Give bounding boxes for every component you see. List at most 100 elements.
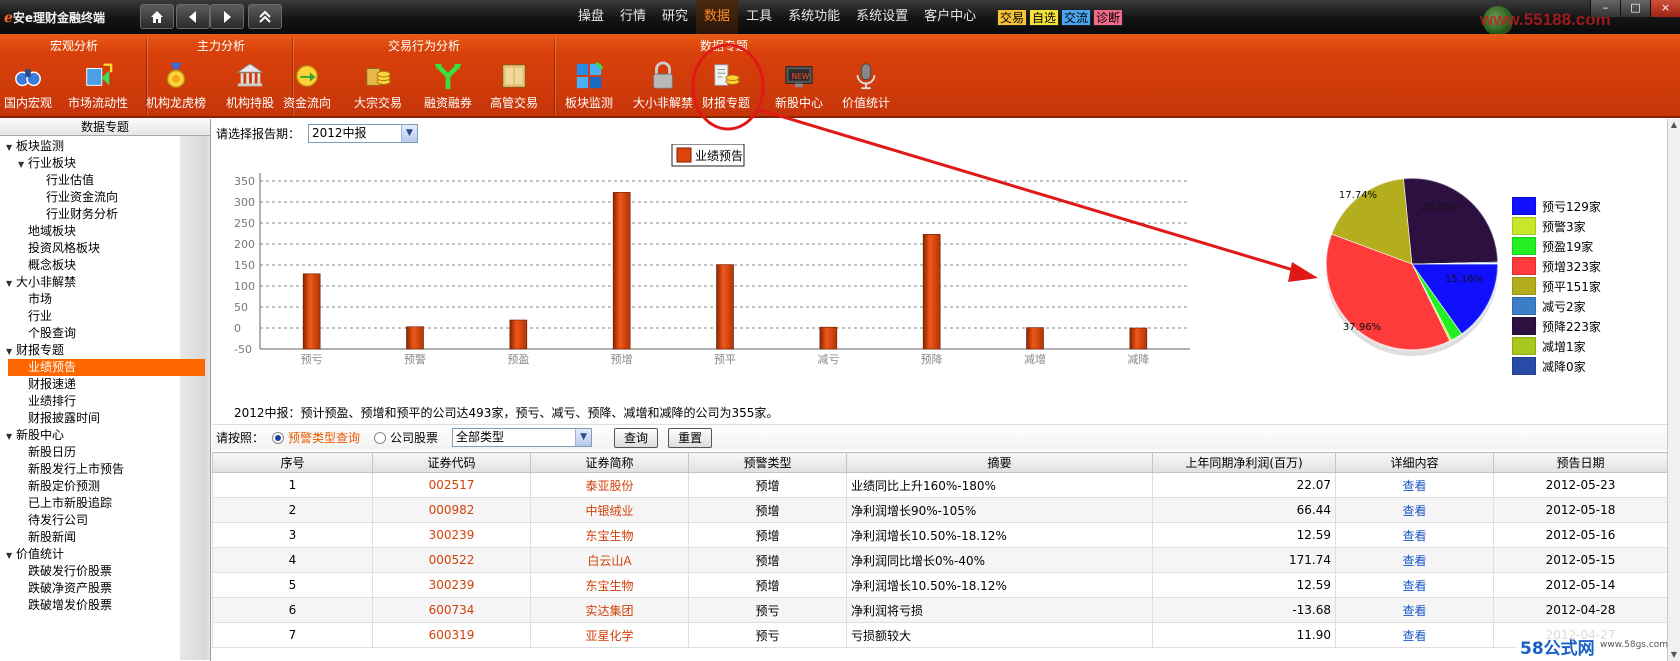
tree-expand-icon[interactable]: ▼ xyxy=(6,139,16,156)
back-button[interactable] xyxy=(176,4,210,29)
query-button[interactable]: 查询 xyxy=(614,427,659,448)
tree-item-18[interactable]: 新股日历 xyxy=(18,444,76,461)
tree-item-17[interactable]: ▼ 新股中心 xyxy=(6,427,64,444)
cell-view-link[interactable]: 查看 xyxy=(1335,472,1494,498)
tree-item-25[interactable]: 跌破发行价股票 xyxy=(18,563,112,580)
ribbon-button-6[interactable]: 融资融券 xyxy=(424,60,472,114)
tree-item-3[interactable]: 行业资金流向 xyxy=(36,189,118,206)
column-header-4[interactable]: 摘要 xyxy=(846,452,1153,473)
quick-button-1[interactable]: 自选 xyxy=(1029,9,1060,26)
tree-item-12[interactable]: ▼ 财报专题 xyxy=(6,342,64,359)
scroll-up-icon[interactable]: ▲ xyxy=(1668,119,1680,131)
vertical-scrollbar[interactable]: ▲ ▼ xyxy=(1667,119,1680,661)
tree-expand-icon[interactable]: ▼ xyxy=(6,275,16,292)
tree-item-24[interactable]: ▼ 价值统计 xyxy=(6,546,64,563)
column-header-2[interactable]: 证券简称 xyxy=(530,452,689,473)
close-button[interactable]: × xyxy=(1650,0,1680,17)
tree-item-14[interactable]: 财报速递 xyxy=(18,376,76,393)
ribbon-button-5[interactable]: 大宗交易 xyxy=(354,60,402,114)
top-menu-item-3[interactable]: 数据 xyxy=(696,0,739,34)
top-menu-item-5[interactable]: 系统功能 xyxy=(780,0,848,34)
tree-item-26[interactable]: 跌破净资产股票 xyxy=(18,580,112,597)
tree-item-21[interactable]: 已上市新股追踪 xyxy=(18,495,112,512)
reset-button[interactable]: 重置 xyxy=(668,427,713,448)
tree-expand-icon[interactable]: ▼ xyxy=(18,156,28,173)
tree-item-10[interactable]: 行业 xyxy=(18,308,52,325)
tree-item-15[interactable]: 业绩排行 xyxy=(18,393,76,410)
ribbon-button-9[interactable]: 大小非解禁 xyxy=(633,60,693,114)
forward-button[interactable] xyxy=(210,4,244,29)
column-header-1[interactable]: 证券代码 xyxy=(372,452,531,473)
column-header-5[interactable]: 上年同期净利润(百万) xyxy=(1152,452,1336,473)
ribbon-button-10[interactable]: 财报专题 xyxy=(702,60,750,114)
ribbon-button-3[interactable]: 机构持股 xyxy=(226,60,274,114)
cell-view-link[interactable]: 查看 xyxy=(1335,597,1494,623)
table-row[interactable]: 2 000982 中银绒业 预增 净利润增长90%-105% 66.44 查看 2012-05… xyxy=(212,497,1668,523)
collapse-button[interactable] xyxy=(248,4,282,29)
cell-security-code[interactable]: 000522 xyxy=(372,547,531,573)
tree-item-9[interactable]: 市场 xyxy=(18,291,52,308)
quick-button-3[interactable]: 诊断 xyxy=(1093,9,1124,26)
scroll-down-icon[interactable]: ▼ xyxy=(1668,649,1680,661)
tree-item-11[interactable]: 个股查询 xyxy=(18,325,76,342)
ribbon-button-2[interactable]: 机构龙虎榜 xyxy=(146,60,206,114)
tree-item-2[interactable]: 行业估值 xyxy=(36,172,94,189)
cell-view-link[interactable]: 查看 xyxy=(1335,497,1494,523)
quick-button-0[interactable]: 交易 xyxy=(997,9,1028,26)
ribbon-button-1[interactable]: 市场流动性 xyxy=(68,60,128,114)
tree-item-13[interactable]: 业绩预告 xyxy=(8,359,205,376)
cell-view-link[interactable]: 查看 xyxy=(1335,522,1494,548)
tree-item-0[interactable]: ▼ 板块监测 xyxy=(6,138,64,155)
top-menu-item-1[interactable]: 行情 xyxy=(612,0,654,34)
tree-expand-icon[interactable]: ▼ xyxy=(6,343,16,360)
cell-security-code[interactable]: 300239 xyxy=(372,522,531,548)
tree-item-27[interactable]: 跌破增发价股票 xyxy=(18,597,112,614)
tree-item-7[interactable]: 概念板块 xyxy=(18,257,76,274)
tree-item-20[interactable]: 新股定价预测 xyxy=(18,478,100,495)
minimize-button[interactable]: – xyxy=(1590,0,1620,17)
radio-stock-query[interactable] xyxy=(374,431,387,444)
tree-item-22[interactable]: 待发行公司 xyxy=(18,512,88,529)
column-header-6[interactable]: 详细内容 xyxy=(1335,452,1494,473)
cell-view-link[interactable]: 查看 xyxy=(1335,572,1494,598)
table-row[interactable]: 1 002517 泰亚股份 预增 业绩同比上升160%-180% 22.07 查看 2012-… xyxy=(212,472,1668,498)
table-row[interactable]: 4 000522 白云山A 预增 净利润同比增长0%-40% 171.74 查看 2012-0… xyxy=(212,547,1668,573)
table-row[interactable]: 6 600734 实达集团 预亏 净利润将亏损 -13.68 查看 2012-04-28 xyxy=(212,597,1668,623)
top-menu-item-6[interactable]: 系统设置 xyxy=(848,0,916,34)
tree-item-1[interactable]: ▼ 行业板块 xyxy=(18,155,76,172)
quick-button-2[interactable]: 交流 xyxy=(1061,9,1092,26)
period-select[interactable]: 2012中报 ▼ xyxy=(308,123,419,143)
table-row[interactable]: 3 300239 东宝生物 预增 净利润增长10.50%-18.12% 12.59 查看 20… xyxy=(212,522,1668,548)
table-row[interactable]: 7600319亚星化学预亏亏损额较大11.90查看2012-04-27 xyxy=(212,622,1668,648)
cell-security-code[interactable]: 600734 xyxy=(372,597,531,623)
tree-expand-icon[interactable]: ▼ xyxy=(6,547,16,564)
cell-view-link[interactable]: 查看 xyxy=(1335,547,1494,573)
radio-type-query[interactable] xyxy=(272,431,285,444)
tree-item-19[interactable]: 新股发行上市预告 xyxy=(18,461,124,478)
top-menu-item-2[interactable]: 研究 xyxy=(654,0,696,34)
top-menu-item-0[interactable]: 操盘 xyxy=(570,0,612,34)
cell-security-code[interactable]: 300239 xyxy=(372,572,531,598)
tree-item-5[interactable]: 地域板块 xyxy=(18,223,76,240)
tree-item-4[interactable]: 行业财务分析 xyxy=(36,206,118,223)
ribbon-button-7[interactable]: 高管交易 xyxy=(490,60,538,114)
tree-item-8[interactable]: ▼ 大小非解禁 xyxy=(6,274,76,291)
column-header-7[interactable]: 预告日期 xyxy=(1493,452,1668,473)
table-row[interactable]: 5 300239 东宝生物 预增 净利润增长10.50%-18.12% 12.59 查看 20… xyxy=(212,572,1668,598)
cell-security-code[interactable]: 002517 xyxy=(372,472,531,498)
top-menu-item-4[interactable]: 工具 xyxy=(738,0,780,34)
cell-security-code[interactable]: 000982 xyxy=(372,497,531,523)
tree-item-23[interactable]: 新股新闻 xyxy=(18,529,76,546)
ribbon-button-0[interactable]: 国内宏观 xyxy=(4,60,52,114)
radio-stock-query-label[interactable]: 公司股票 xyxy=(390,429,438,446)
ribbon-button-8[interactable]: 板块监测 xyxy=(565,60,613,114)
tree-expand-icon[interactable]: ▼ xyxy=(6,428,16,445)
maximize-button[interactable]: □ xyxy=(1620,0,1650,17)
column-header-0[interactable]: 序号 xyxy=(212,452,373,473)
type-select[interactable]: 全部类型 ▼ xyxy=(452,428,593,447)
top-menu-item-7[interactable]: 客户中心 xyxy=(916,0,984,34)
tree-item-16[interactable]: 财报披露时间 xyxy=(18,410,100,427)
cell-view-link[interactable]: 查看 xyxy=(1335,622,1494,648)
ribbon-button-11[interactable]: NEW 新股中心 xyxy=(775,60,823,114)
home-button[interactable] xyxy=(140,4,174,29)
